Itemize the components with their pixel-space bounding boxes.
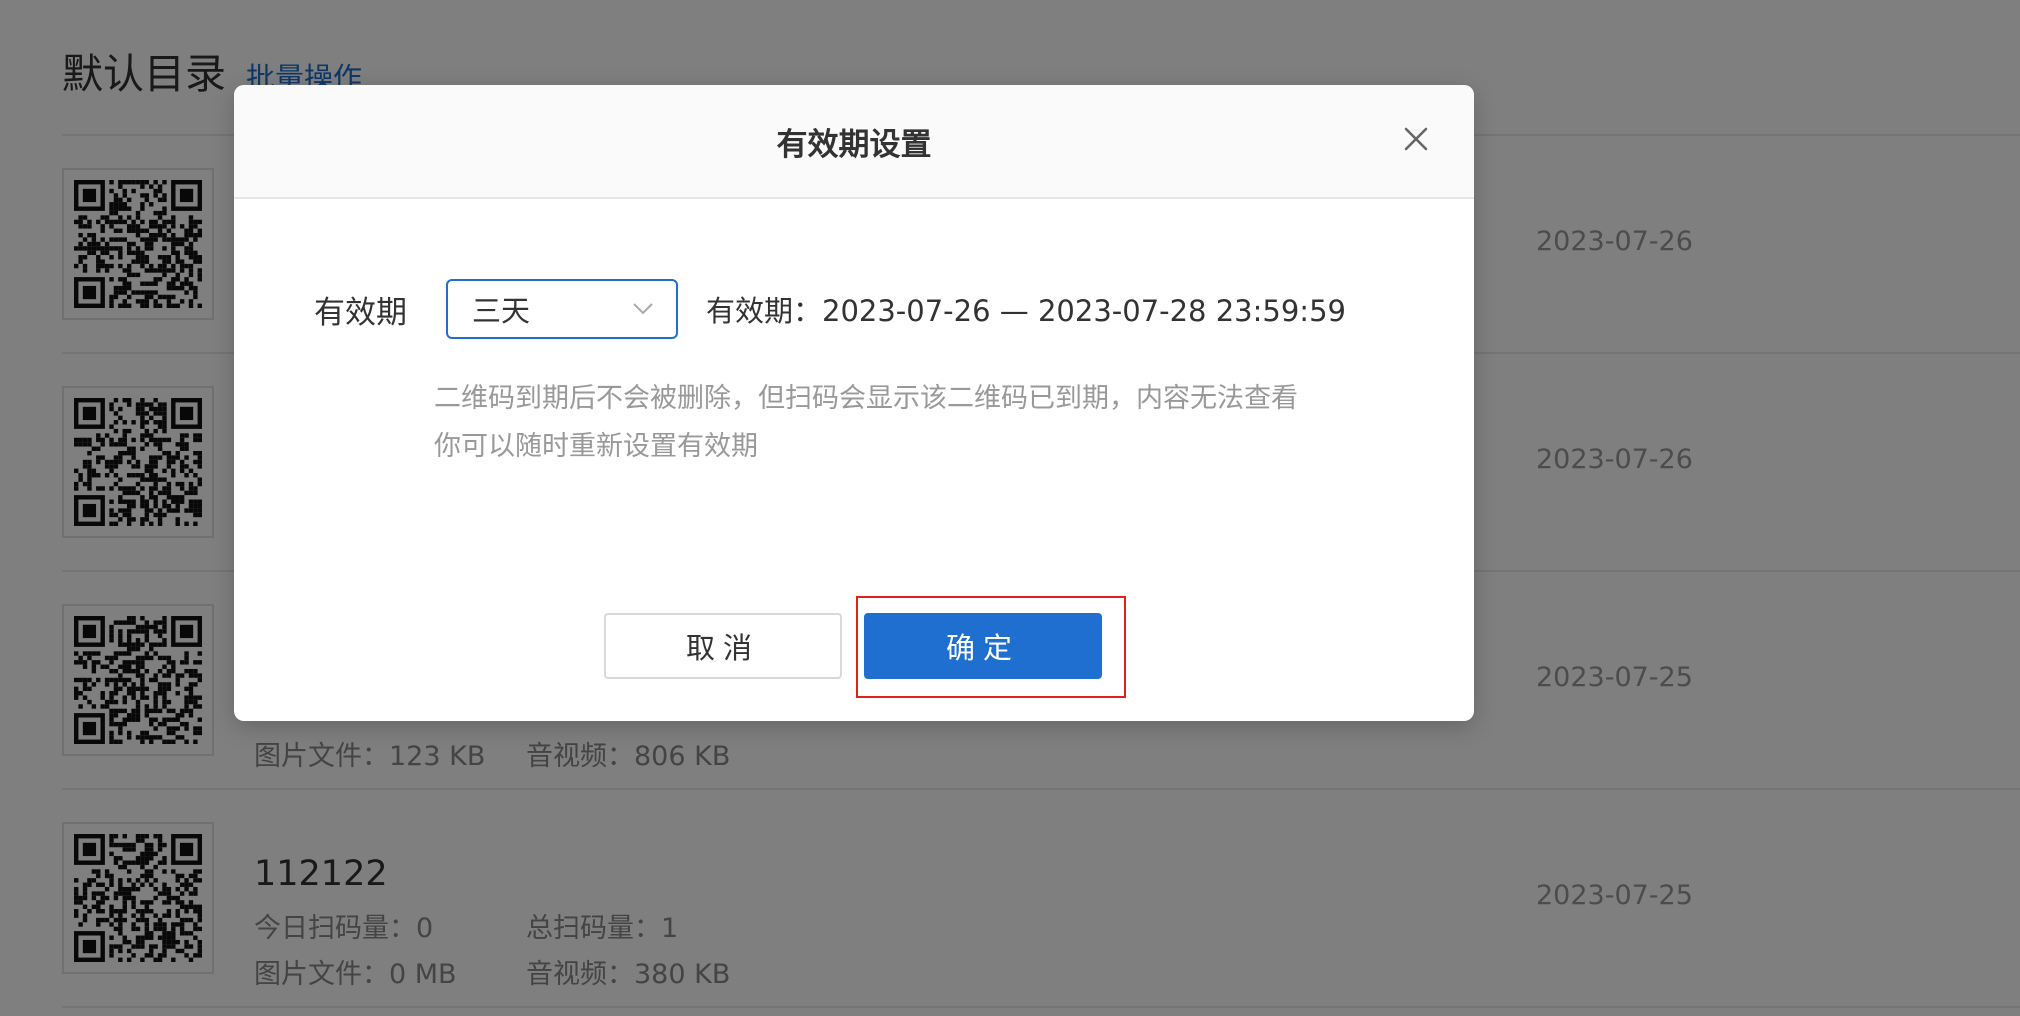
note-expire: 二维码到期后不会被删除，但扫码会显示该二维码已到期，内容无法查看 xyxy=(434,383,1298,414)
validity-settings-dialog: 有效期设置 有效期 三天 有效期：2023-07-26 — 2023-07-28… xyxy=(234,85,1474,721)
validity-range-text: 有效期：2023-07-26 — 2023-07-28 23:59:59 xyxy=(706,294,1346,328)
close-icon xyxy=(1404,127,1428,151)
validity-field-row: 有效期 三天 有效期：2023-07-26 — 2023-07-28 23:59… xyxy=(314,279,1346,339)
dialog-header: 有效期设置 xyxy=(234,85,1474,199)
confirm-highlight-box xyxy=(856,596,1126,698)
dialog-title: 有效期设置 xyxy=(776,126,932,163)
validity-select[interactable]: 三天 xyxy=(446,279,678,339)
close-button[interactable] xyxy=(1398,121,1434,157)
cancel-button[interactable]: 取消 xyxy=(604,613,842,679)
note-reset: 你可以随时重新设置有效期 xyxy=(434,431,758,462)
validity-select-value: 三天 xyxy=(472,294,531,328)
validity-label: 有效期 xyxy=(314,294,407,331)
chevron-down-icon xyxy=(633,303,653,315)
validity-notes: 二维码到期后不会被删除，但扫码会显示该二维码已到期，内容无法查看 你可以随时重新… xyxy=(434,375,1298,471)
